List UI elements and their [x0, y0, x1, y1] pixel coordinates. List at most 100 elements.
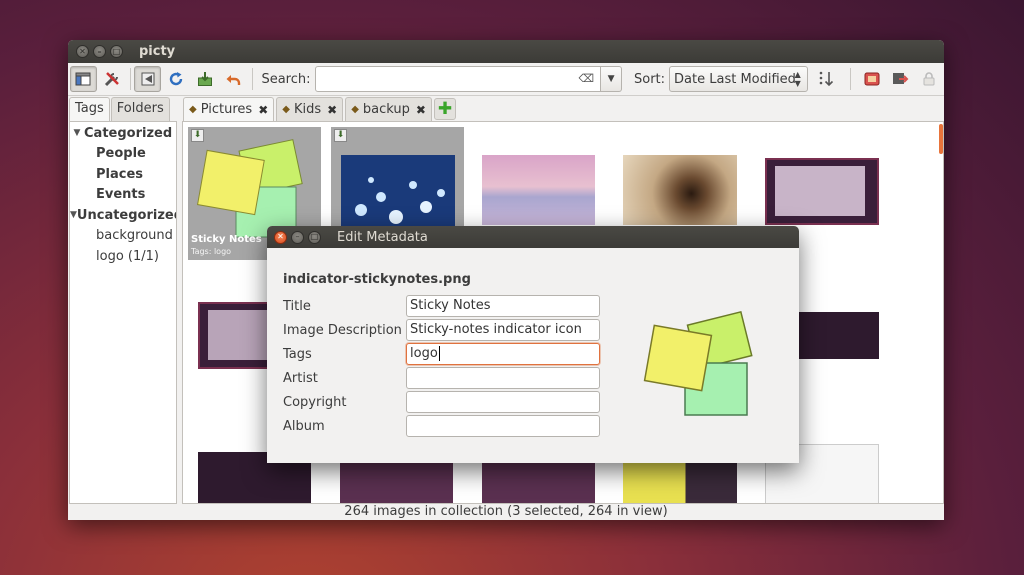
field-copyright: Copyright	[283, 391, 603, 413]
field-image-description: Image Description Sticky-notes indicator…	[283, 319, 603, 341]
tree-item-categorized[interactable]: ▼ Categorized	[70, 123, 176, 144]
save-download-icon	[197, 72, 212, 86]
lock-button[interactable]	[915, 66, 942, 92]
tree-item-uncategorized[interactable]: ▼ Uncategorized	[70, 205, 176, 226]
dialog-close-button[interactable]: ✕	[274, 230, 287, 244]
dialog-filename: indicator-stickynotes.png	[283, 272, 471, 287]
toolbar: Search: ⌫ ▼ Sort: Date Last Modified ▲ ▼	[68, 63, 944, 96]
thumbnail[interactable]	[623, 462, 737, 503]
field-artist: Artist	[283, 367, 603, 389]
search-label: Search:	[261, 71, 311, 87]
thumbnail[interactable]	[340, 462, 453, 503]
tree-item-label: Places	[96, 166, 144, 182]
dialog-title: Edit Metadata	[337, 229, 428, 245]
search-input[interactable]: ⌫	[314, 66, 602, 92]
close-tab-icon[interactable]: ✖	[327, 103, 337, 117]
copyright-input[interactable]	[406, 391, 600, 413]
tab-folders[interactable]: Folders	[110, 97, 170, 121]
lock-icon	[923, 72, 935, 86]
tools-button[interactable]	[99, 66, 126, 92]
jellyfish-image	[341, 155, 455, 235]
transfer-icon	[893, 73, 909, 84]
metadata-panel-button[interactable]	[134, 66, 161, 92]
add-tab-button[interactable]: ✚	[433, 98, 456, 120]
sort-direction-button[interactable]	[814, 66, 841, 92]
field-tags: Tags logo	[283, 343, 603, 365]
tree-item-label: Events	[96, 187, 146, 203]
expander-down-icon[interactable]: ▼	[70, 210, 77, 220]
album-input[interactable]	[406, 415, 600, 437]
close-tab-icon[interactable]: ✖	[258, 103, 268, 117]
thumbnail[interactable]	[795, 312, 879, 359]
toolbar-separator	[130, 68, 132, 90]
download-badge-icon: ⬇	[334, 129, 347, 142]
toolbar-separator	[850, 68, 852, 90]
tab-label: Kids	[293, 102, 322, 117]
sort-select[interactable]: Date Last Modified ▲ ▼	[669, 66, 808, 92]
refresh-icon	[169, 72, 183, 86]
reload-button[interactable]	[163, 66, 190, 92]
clear-search-icon[interactable]: ⌫	[579, 72, 595, 85]
collection-manager-button[interactable]	[858, 66, 885, 92]
updown-arrows-icon: ▲ ▼	[794, 70, 801, 88]
tab-kids[interactable]: ◆ Kids ✖	[276, 97, 344, 121]
edit-metadata-dialog: ✕ – □ Edit Metadata indicator-stickynote…	[267, 226, 799, 463]
thumbnail-tags: Tags: logo	[191, 247, 232, 256]
transfer-button[interactable]	[887, 66, 914, 92]
tree-item-events[interactable]: Events	[70, 185, 176, 206]
window-close-button[interactable]: ✕	[76, 45, 89, 58]
sidebar-tabs: Tags Folders	[68, 97, 178, 121]
grid-scrollbar[interactable]	[937, 122, 943, 503]
close-tab-icon[interactable]: ✖	[416, 103, 426, 117]
tab-label: Pictures	[200, 102, 253, 117]
chevron-down-icon: ▼	[607, 74, 615, 84]
tags-input-value: logo	[410, 346, 438, 361]
status-bar: 264 images in collection (3 selected, 26…	[344, 504, 668, 519]
thumbnail[interactable]	[482, 155, 595, 225]
tab-backup[interactable]: ◆ backup ✖	[345, 97, 432, 121]
tree-item-label: background (	[96, 228, 177, 244]
plus-icon: ✚	[437, 99, 453, 119]
field-label: Copyright	[283, 394, 347, 410]
tree-item-people[interactable]: People	[70, 144, 176, 165]
field-label: Title	[283, 298, 311, 314]
tab-tags[interactable]: Tags	[69, 97, 110, 121]
sidebar-toggle-button[interactable]	[70, 66, 97, 92]
dialog-maximize-button[interactable]: □	[308, 230, 321, 244]
image-description-input[interactable]: Sticky-notes indicator icon	[406, 319, 600, 341]
thumbnail[interactable]	[482, 462, 595, 503]
thumbnail[interactable]	[623, 155, 737, 225]
tab-pictures[interactable]: ◆ Pictures ✖	[183, 97, 275, 121]
tags-input[interactable]: logo	[406, 343, 600, 365]
tree-item-label: People	[96, 146, 146, 162]
tree-item-label: logo (1/1)	[96, 248, 159, 264]
dialog-titlebar: ✕ – □ Edit Metadata	[267, 226, 799, 248]
save-button[interactable]	[191, 66, 218, 92]
sort-label: Sort:	[634, 71, 666, 87]
title-input[interactable]: Sticky Notes	[406, 295, 600, 317]
revert-button[interactable]	[220, 66, 247, 92]
tools-icon	[104, 72, 119, 87]
thumbnail-caption: Sticky Notes	[191, 234, 262, 245]
scrollbar-thumb[interactable]	[939, 124, 943, 154]
sidebar-panel-icon	[75, 72, 91, 86]
panel-left-icon	[141, 72, 154, 86]
expander-down-icon[interactable]: ▼	[70, 128, 84, 138]
thumbnail[interactable]	[765, 158, 879, 225]
field-title: Title Sticky Notes	[283, 295, 603, 317]
toolbar-separator	[251, 68, 253, 90]
tag-tree: ▼ Categorized People Places Events ▼ Uncat…	[69, 121, 177, 504]
window-maximize-button[interactable]: □	[110, 45, 123, 58]
field-label: Artist	[283, 370, 318, 386]
tree-item-places[interactable]: Places	[70, 164, 176, 185]
tree-item-background[interactable]: background (	[70, 226, 176, 247]
folder-tag-icon: ◆	[351, 104, 359, 115]
folder-tag-icon: ◆	[189, 104, 197, 115]
search-history-dropdown[interactable]: ▼	[601, 66, 622, 92]
dialog-minimize-button[interactable]: –	[291, 230, 304, 244]
sidebar: Tags Folders ▼ Categorized People Places …	[68, 97, 178, 504]
artist-input[interactable]	[406, 367, 600, 389]
tree-item-label: Categorized	[84, 125, 173, 141]
window-minimize-button[interactable]: –	[93, 45, 106, 58]
tree-item-logo[interactable]: logo (1/1)	[70, 246, 176, 267]
